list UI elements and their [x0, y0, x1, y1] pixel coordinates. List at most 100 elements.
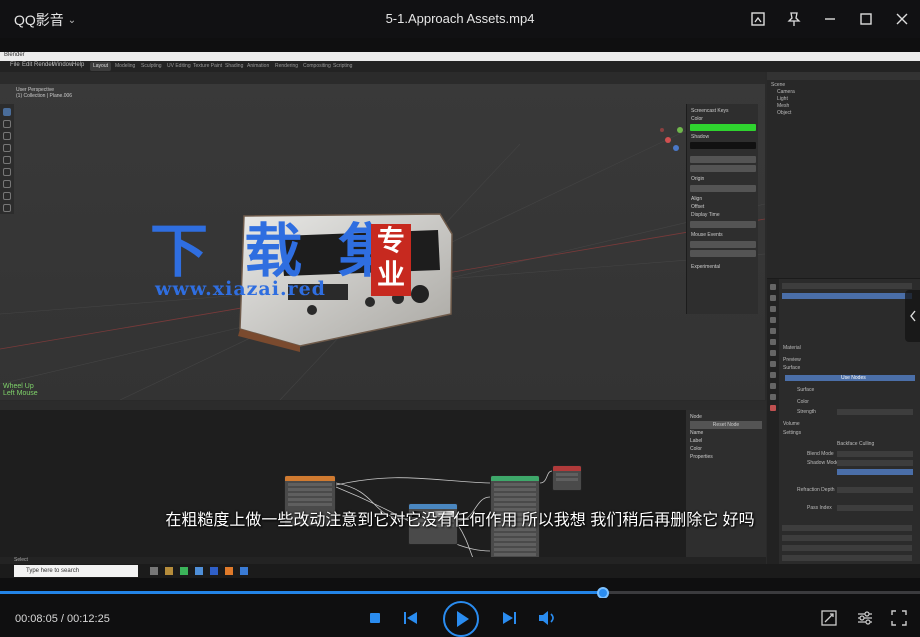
outliner-panel: Scene Camera Light Mesh Object: [767, 72, 920, 278]
props-section: [782, 555, 912, 561]
watermark-tag: 专业: [371, 224, 411, 296]
node-sidebar: Node Reset Node Name Label Color Propert…: [686, 410, 766, 557]
blender-menu-item: Help: [72, 62, 85, 68]
npanel-label: Align: [691, 196, 703, 202]
props-field: [837, 409, 913, 415]
play-icon: [443, 601, 479, 637]
props-label: Surface: [797, 387, 815, 393]
outliner-item: Light: [777, 96, 788, 102]
settings-button[interactable]: [856, 609, 874, 627]
props-label: Color: [797, 399, 809, 405]
next-button[interactable]: [500, 609, 518, 627]
props-field: [837, 487, 913, 493]
node-side-label: Properties: [690, 454, 713, 460]
node-side-label: Color: [690, 446, 702, 452]
material-output-node: [552, 465, 582, 491]
blender-menubar: File Edit Render Window Help Layout Mode…: [0, 61, 920, 72]
sidebar-npanel: Screencast Keys Color Shadow Origin Alig…: [686, 104, 758, 314]
key-overlay-line: Left Mouse: [3, 390, 38, 397]
props-field: [837, 451, 913, 457]
npanel-color-swatch: [690, 124, 756, 131]
blender-tab: Rendering: [275, 63, 299, 69]
npanel-label: Mouse Events: [691, 232, 723, 238]
node-side-label: Label: [690, 438, 703, 444]
volume-icon: [539, 611, 554, 625]
pin-icon[interactable]: [776, 0, 812, 38]
watermark-title: 下 载 集: [150, 217, 405, 285]
blender-tab: Compositing: [303, 63, 331, 69]
props-label: Settings: [783, 430, 802, 436]
npanel-field: [690, 221, 756, 228]
time-display: 00:08:05 / 00:12:25: [15, 613, 110, 625]
outliner-item: Object: [777, 110, 792, 116]
player-controls: 00:08:05 / 00:12:25: [0, 598, 920, 637]
skip-previous-icon: [404, 612, 417, 624]
tool-shelf: [0, 104, 14, 214]
props-label: Refraction Depth: [797, 487, 835, 493]
npanel-label: Screencast Keys: [691, 108, 729, 114]
key-overlay: Wheel Up Left Mouse: [3, 383, 38, 397]
blender-menu-item: Edit: [22, 62, 33, 68]
blender-tab: Modeling: [115, 63, 136, 69]
screen-capture-button[interactable]: [820, 609, 838, 627]
props-section: [782, 545, 912, 551]
props-label: Shadow Mode: [807, 460, 839, 466]
props-label: Blend Mode: [807, 451, 834, 457]
node-side-label: Reset Node: [690, 421, 762, 429]
key-overlay-line: Wheel Up: [3, 383, 34, 390]
npanel-field: [690, 185, 756, 192]
npanel-field: [690, 250, 756, 257]
props-label: Use Nodes: [841, 375, 866, 381]
blender-window-titlebar: Blender: [0, 52, 920, 61]
props-label: Strength: [797, 409, 816, 415]
node-side-label: Node: [690, 414, 702, 420]
play-button[interactable]: [442, 600, 480, 637]
npanel-field: [690, 156, 756, 163]
blender-tab: Shading: [225, 63, 244, 69]
stop-button[interactable]: [366, 609, 384, 627]
blender-menu-item: Render: [34, 62, 54, 68]
minimize-icon[interactable]: [812, 0, 848, 38]
npanel-label: Shadow: [691, 134, 710, 140]
stop-icon: [370, 613, 380, 623]
previous-button[interactable]: [402, 609, 420, 627]
outliner-item: Mesh: [777, 103, 790, 109]
npanel-label: Display Time: [691, 212, 720, 218]
blender-statusbar: Select: [0, 557, 766, 564]
blender-tab: Animation: [247, 63, 270, 69]
props-label: Volume: [783, 421, 800, 427]
properties-tab-icons: [767, 279, 779, 578]
blender-menu-item: Window: [52, 62, 74, 68]
blender-tab: Sculpting: [141, 63, 162, 69]
volume-button[interactable]: [538, 609, 558, 627]
npanel-shadow-swatch: [690, 142, 756, 149]
side-panel-toggle[interactable]: [905, 290, 920, 342]
fullscreen-button[interactable]: [890, 609, 908, 627]
screenshot-icon[interactable]: [740, 0, 776, 38]
outliner-item: Scene: [771, 82, 786, 88]
node-links: [335, 470, 553, 557]
viewport-info-line: (1) Collection | Plane.006: [16, 93, 73, 99]
blender-menu-item: File: [10, 62, 20, 68]
npanel-field: [690, 165, 756, 172]
subtitle-text: 在粗糙度上做一些改动注意到它对它没有任何作用 所以我想 我们稍后再删除它 好吗: [165, 512, 755, 529]
status-left: Select: [14, 557, 28, 563]
blender-tab: Texture Paint: [193, 63, 223, 69]
close-icon[interactable]: [884, 0, 920, 38]
fullscreen-icon: [891, 610, 907, 626]
taskbar-icons: [150, 567, 248, 575]
props-field: [837, 460, 913, 466]
outliner-item: Camera: [777, 89, 795, 95]
video-frame[interactable]: Blender File Edit Render Window Help Lay…: [0, 52, 920, 578]
props-section: [782, 535, 912, 541]
windows-taskbar: Type here to search: [0, 564, 920, 578]
watermark-url: www.xiazai.red: [155, 278, 326, 300]
seek-bar[interactable]: [0, 586, 920, 599]
window-controls: [740, 0, 920, 38]
props-label: Backface Culling: [837, 441, 875, 447]
blender-tab: Scripting: [333, 63, 353, 69]
maximize-icon[interactable]: [848, 0, 884, 38]
props-label: Material: [783, 345, 801, 351]
seek-fill: [0, 591, 603, 594]
properties-panel: Material Preview Surface Use Nodes Surfa…: [767, 278, 920, 578]
